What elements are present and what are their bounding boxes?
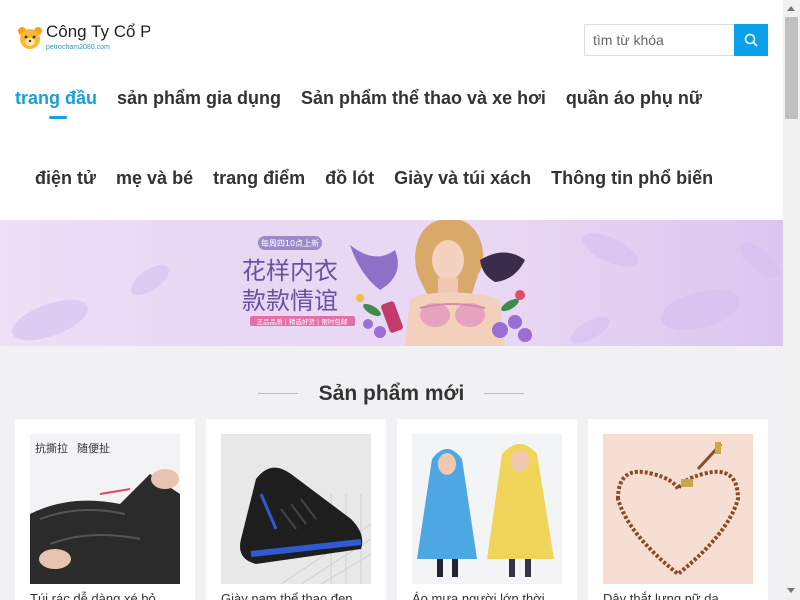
main-nav-row-1: trang đầu sản phẩm gia dụng Sản phẩm thể… xyxy=(15,88,722,119)
product-image-raincoat[interactable] xyxy=(412,434,562,584)
nav-home[interactable]: trang đầu xyxy=(15,88,97,119)
product-image-sneaker[interactable] xyxy=(221,434,371,584)
nav-household[interactable]: sản phẩm gia dụng xyxy=(117,88,281,109)
scrollbar-thumb[interactable] xyxy=(785,17,798,119)
main-nav-row-2: điện tử mẹ và bé trang điểm đồ lót Giày … xyxy=(35,168,733,189)
promo-banner[interactable]: 每周四10点上新 花样内衣 款款情谊 正品品质 | 精选好货 | 限时包邮 xyxy=(0,220,783,346)
nav-shoes-bags[interactable]: Giày và túi xách xyxy=(394,168,531,189)
scroll-down-arrow-icon[interactable] xyxy=(787,588,795,593)
product-image-trash-bags[interactable]: 抗撕拉 随便扯 xyxy=(30,434,180,584)
product-card[interactable]: 抗撕拉 随便扯 Túi rác dễ dàng xé bỏ xyxy=(15,419,195,600)
product-name[interactable]: Dây thắt lưng nữ da xyxy=(603,591,753,600)
product-card[interactable]: Áo mưa người lớn thời xyxy=(397,419,577,600)
product-image-belt[interactable] xyxy=(603,434,753,584)
vertical-scrollbar[interactable] xyxy=(783,0,800,600)
scroll-up-arrow-icon[interactable] xyxy=(787,6,795,11)
logo[interactable]: Công Ty Cổ P petrocham2080.com xyxy=(17,22,150,53)
product-name[interactable]: Giày nam thể thao đen xyxy=(221,591,371,600)
model-illustration xyxy=(405,220,505,346)
nav-electronics[interactable]: điện tử xyxy=(35,168,96,189)
product-name[interactable]: Áo mưa người lớn thời xyxy=(412,591,562,600)
nav-underwear[interactable]: đồ lót xyxy=(325,168,374,189)
section-title: Sản phẩm mới xyxy=(318,382,465,405)
banner-tag: 每周四10点上新 xyxy=(261,238,319,248)
nav-sports-cars[interactable]: Sản phẩm thể thao và xe hơi xyxy=(301,88,546,109)
product-card[interactable]: Giày nam thể thao đen xyxy=(206,419,386,600)
product-card[interactable]: Dây thắt lưng nữ da xyxy=(588,419,768,600)
product-image-caption-2: 随便扯 xyxy=(77,441,110,455)
title-divider-right xyxy=(484,393,524,394)
nav-women-clothing[interactable]: quần áo phụ nữ xyxy=(566,88,702,109)
search-icon xyxy=(744,33,758,47)
banner-line-1: 花样内衣 xyxy=(242,257,338,285)
nav-mother-baby[interactable]: mẹ và bé xyxy=(116,168,193,189)
page: Công Ty Cổ P petrocham2080.com trang đầu… xyxy=(0,0,783,600)
banner-line-2: 款款情谊 xyxy=(242,287,338,315)
banner-artwork: 每周四10点上新 花样内衣 款款情谊 正品品质 | 精选好货 | 限时包邮 xyxy=(12,220,781,346)
banner-bar: 正品品质 | 精选好货 | 限时包邮 xyxy=(257,317,348,326)
nav-popular-info[interactable]: Thông tin phổ biến xyxy=(551,168,713,189)
product-name[interactable]: Túi rác dễ dàng xé bỏ xyxy=(30,591,180,600)
company-website: petrocham2080.com xyxy=(46,44,110,51)
product-image-caption-1: 抗撕拉 xyxy=(35,441,68,455)
company-name: Công Ty Cổ P xyxy=(46,22,150,41)
nav-makeup[interactable]: trang điểm xyxy=(213,168,305,189)
bear-logo-icon xyxy=(17,25,43,51)
search-box xyxy=(584,24,768,56)
search-input[interactable] xyxy=(584,24,734,56)
search-button[interactable] xyxy=(734,24,768,56)
